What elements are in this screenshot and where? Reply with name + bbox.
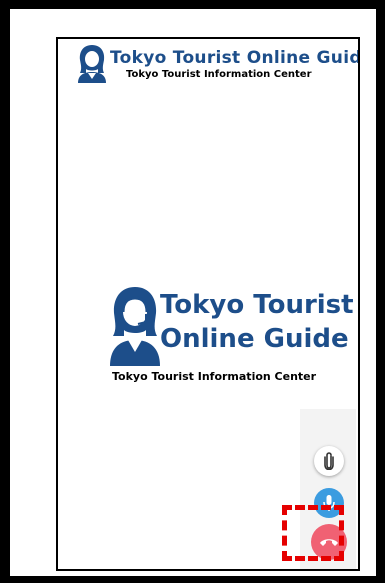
- header-subtitle: Tokyo Tourist Information Center: [126, 69, 312, 80]
- hang-up-highlight-box: [282, 505, 344, 561]
- phone-frame: Tokyo Tourist Online Guide Tokyo Tourist…: [9, 8, 377, 577]
- header-title: Tokyo Tourist Online Guide: [110, 48, 360, 68]
- video-call-screen: Tokyo Tourist Online Guide Tokyo Tourist…: [56, 37, 360, 571]
- center-logo-block: Tokyo Tourist Online Guide Tokyo Tourist…: [108, 284, 354, 384]
- operator-logo-icon: [78, 45, 106, 83]
- center-title-line1: Tokyo Tourist: [160, 290, 354, 320]
- center-subtitle: Tokyo Tourist Information Center: [112, 370, 317, 383]
- center-title-line2: Online Guide: [160, 324, 349, 354]
- paperclip-icon: [324, 452, 334, 470]
- operator-logo-icon: [110, 287, 160, 366]
- attach-button[interactable]: [314, 446, 344, 476]
- header-logo-block: Tokyo Tourist Online Guide Tokyo Tourist…: [76, 43, 358, 83]
